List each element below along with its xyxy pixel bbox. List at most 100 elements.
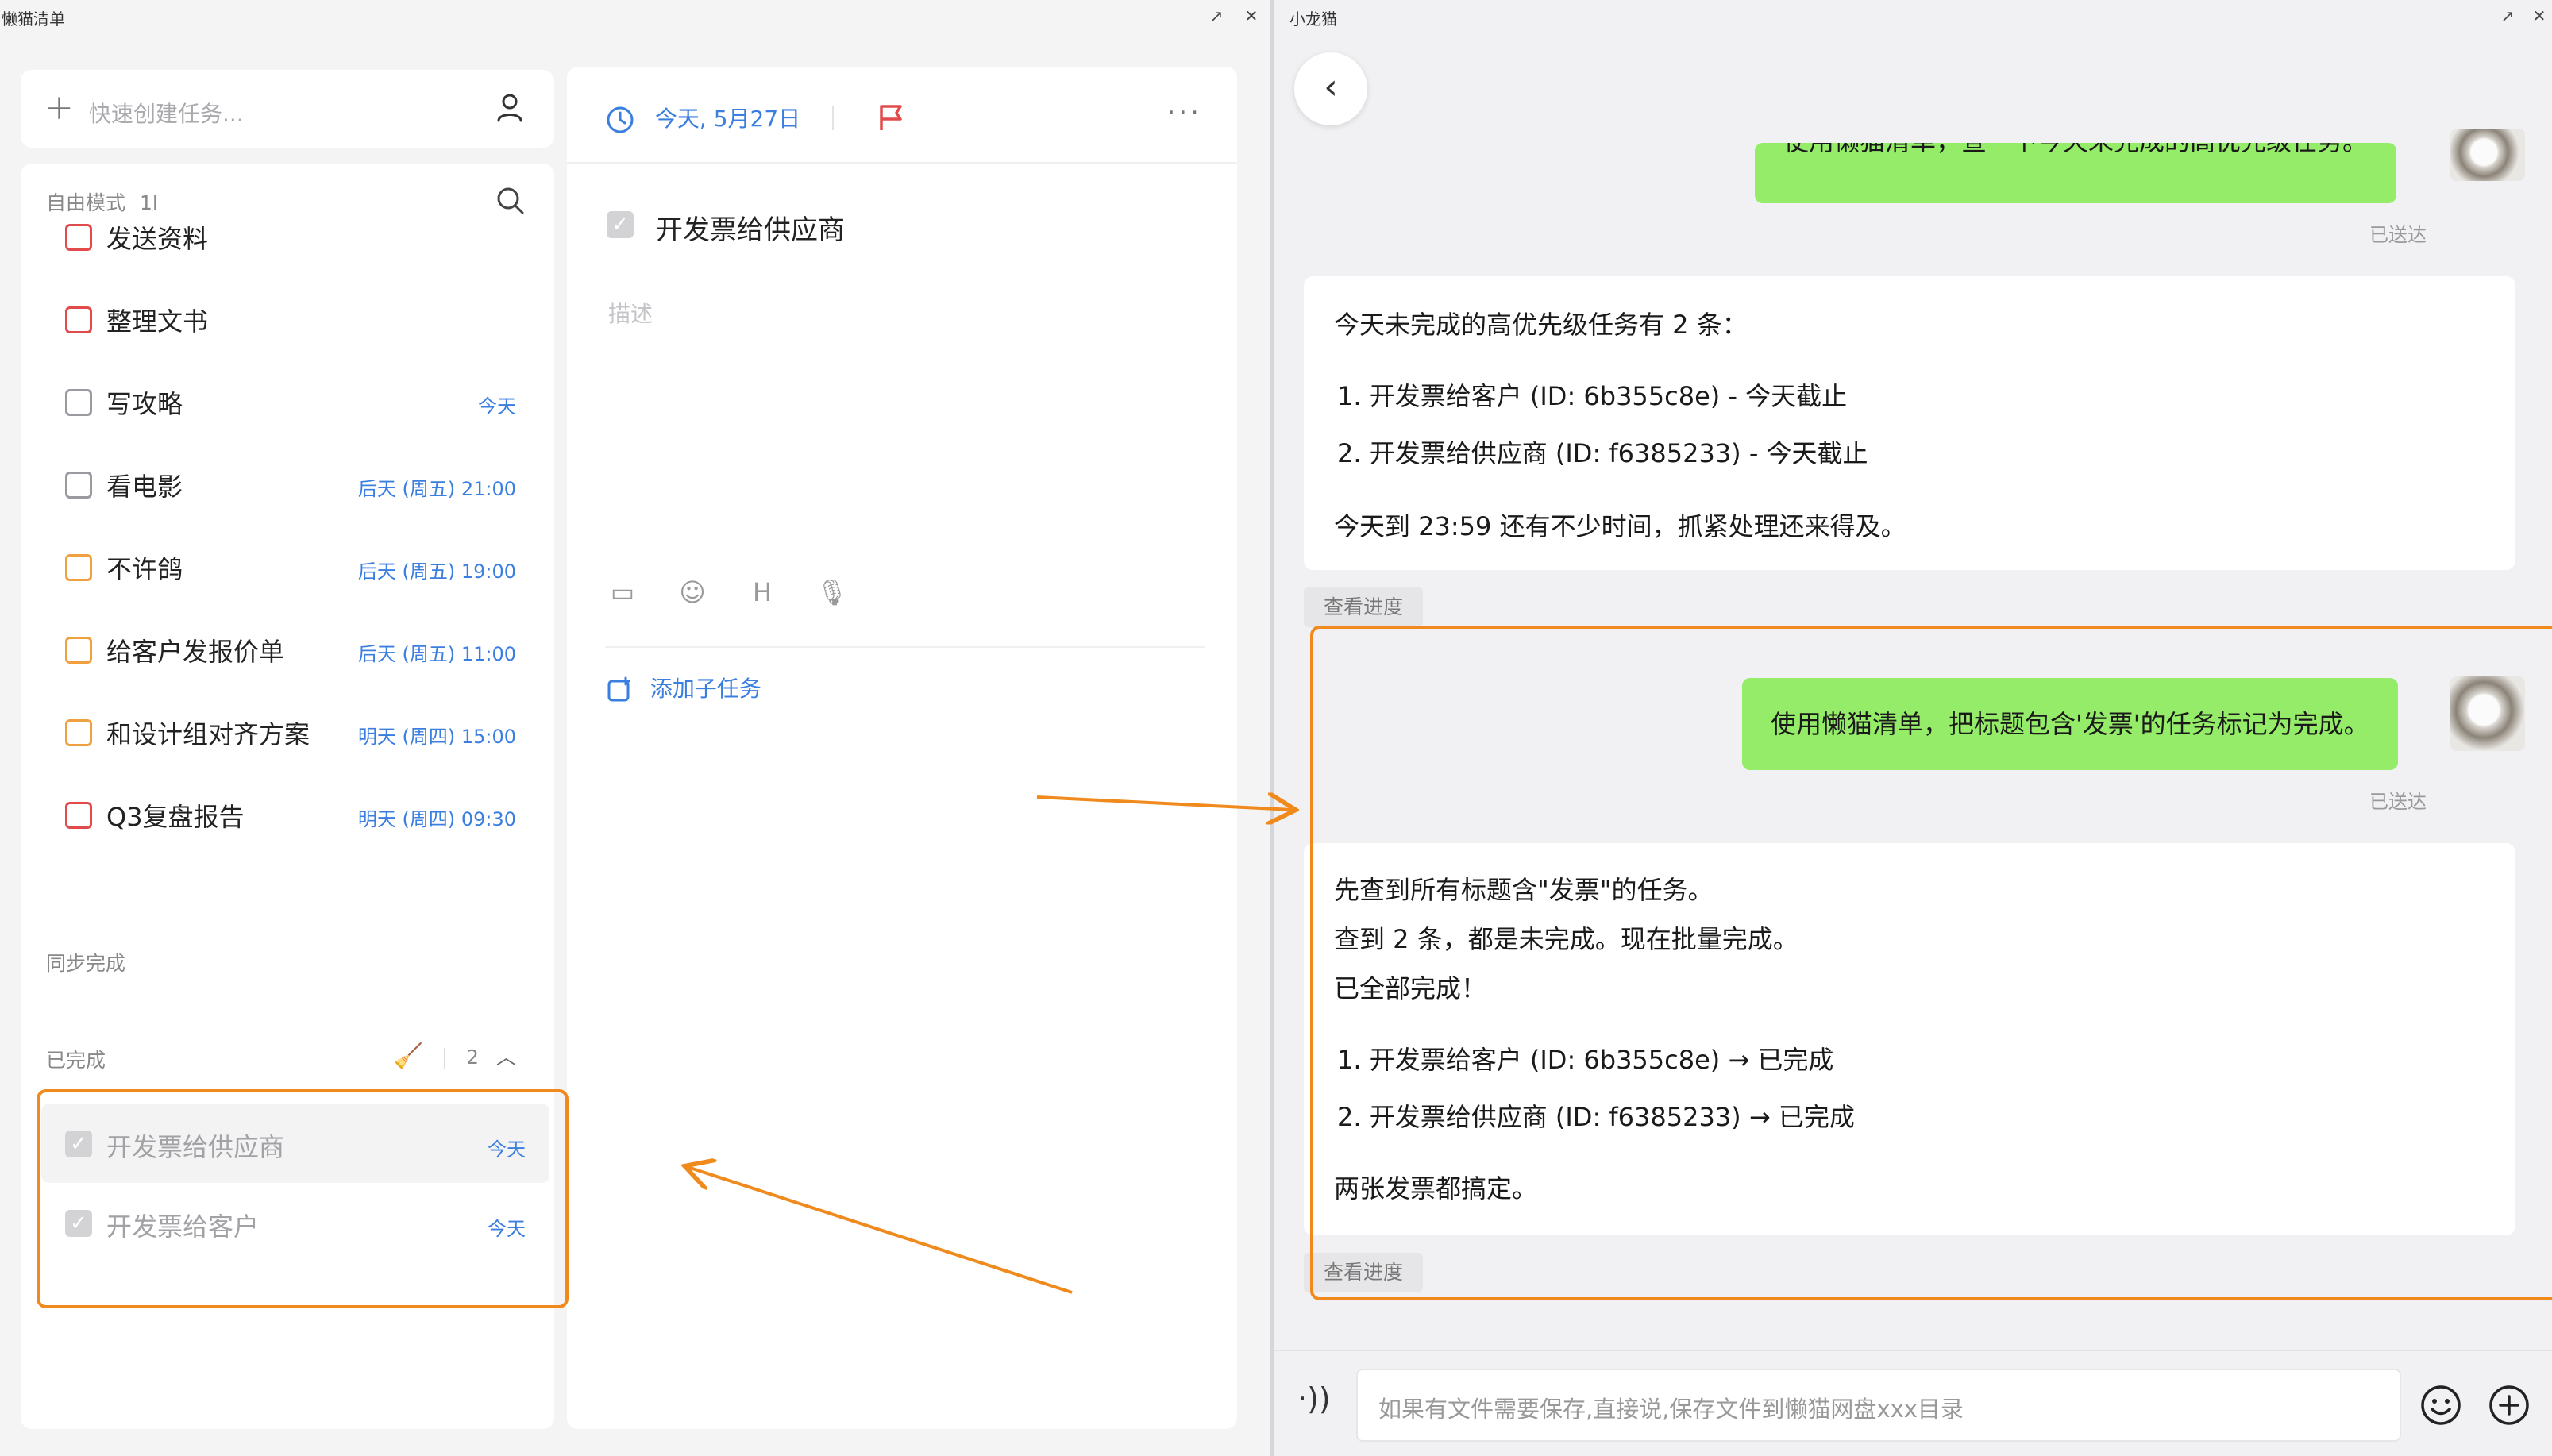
chat-input-bar: ·)) 如果有文件需要保存,直接说,保存文件到懒猫网盘xxx目录 [1274, 1350, 2552, 1456]
more-icon[interactable]: ··· [1167, 97, 1202, 129]
user-message-text: 使用懒猫清单，把标题包含'发票'的任务标记为完成。 [1771, 709, 2369, 739]
task-label: 写攻略 [106, 389, 183, 419]
quick-add-bar[interactable]: + 快速创建任务... [21, 70, 554, 148]
task-due: 明天 (周四) 15:00 [357, 726, 516, 748]
popout-icon[interactable]: ↗ [1205, 5, 1228, 27]
message-line: 今天到 23:59 还有不少时间，抓紧处理还来得及。 [1334, 511, 1906, 541]
flag-icon[interactable] [875, 102, 907, 133]
back-button[interactable]: ‹ [1294, 52, 1367, 125]
task-due: 后天 (周五) 19:00 [357, 560, 516, 583]
task-item[interactable]: 给客户发报价单 后天 (周五) 11:00 [21, 607, 554, 689]
done-task-item[interactable]: ✓ 开发票给供应商 今天 [41, 1104, 549, 1183]
task-item[interactable]: Q3复盘报告 明天 (周四) 09:30 [21, 772, 554, 854]
done-section-label: 已完成 [46, 1049, 106, 1072]
title-bar: 懒猫清单 ↗ ✕ [0, 0, 1270, 32]
task-checkbox[interactable] [65, 472, 92, 499]
title-bar: 小龙猫 ↗ ✕ [1274, 0, 2552, 32]
user-message-text: 使用懒猫清单，查一下今天未完成的高优先级任务。 [1783, 143, 2368, 156]
avatar [2450, 676, 2525, 751]
delivery-status: 已送达 [2369, 791, 2427, 813]
add-subtask-icon [607, 676, 630, 702]
task-label: 看电影 [106, 472, 183, 502]
task-checkbox[interactable] [65, 224, 92, 251]
task-list-panel: 自由模式 1l 发送资料 整理文书 写攻略 今天 看电影 后天 (周五) 21:00 不许鸽… [21, 164, 554, 1429]
task-item[interactable]: 不许鸽 后天 (周五) 19:00 [21, 524, 554, 607]
task-label: Q3复盘报告 [106, 802, 245, 832]
user-icon[interactable] [491, 89, 529, 127]
due-date-label: 今天, 5月27日 [654, 106, 801, 132]
divider [444, 1048, 446, 1069]
quick-add-input[interactable]: 快速创建任务... [89, 97, 244, 129]
todo-app-window: 懒猫清单 ↗ ✕ + 快速创建任务... 自由模式 1l 发送资料 整理文书 写攻略… [0, 0, 1270, 1456]
emoji-icon[interactable] [2419, 1383, 2463, 1427]
done-task-due: 今天 [488, 1218, 526, 1240]
checked-checkbox[interactable]: ✓ [65, 1131, 92, 1157]
message-line: 2. 开发票给供应商 (ID: f6385233) → 已完成 [1337, 1102, 1855, 1132]
add-subtask-button[interactable]: 添加子任务 [605, 672, 761, 704]
message-line: 查到 2 条，都是未完成。现在批量完成。 [1334, 924, 1798, 954]
chat-app-window: 小龙猫 ↗ ✕ ‹ 使用懒猫清单，查一下今天未完成的高优先级任务。 已送达 今天… [1274, 0, 2552, 1456]
task-title[interactable]: 开发票给供应商 [656, 208, 845, 247]
bot-message: 今天未完成的高优先级任务有 2 条： 1. 开发票给客户 (ID: 6b355c… [1304, 276, 2515, 570]
message-line: 已全部完成！ [1334, 973, 1487, 1003]
task-checkbox[interactable] [65, 719, 92, 746]
done-task-label: 开发票给客户 [106, 1211, 260, 1242]
task-due: 后天 (周五) 11:00 [357, 643, 516, 665]
task-item[interactable]: 看电影 后天 (周五) 21:00 [21, 441, 554, 524]
heading-icon[interactable]: H [745, 575, 780, 610]
task-checkbox[interactable] [65, 802, 92, 829]
chevron-left-icon: ‹ [1324, 67, 1338, 107]
description-field[interactable]: 描述 [608, 297, 653, 329]
checked-checkbox[interactable]: ✓ [65, 1210, 92, 1237]
task-due: 明天 (周四) 09:30 [357, 808, 516, 830]
due-date-picker[interactable]: 今天, 5月27日 [605, 102, 800, 135]
plus-icon: + [44, 87, 74, 128]
checked-checkbox[interactable]: ✓ [607, 211, 634, 238]
task-label: 整理文书 [106, 306, 209, 337]
user-message: 使用懒猫清单，查一下今天未完成的高优先级任务。 [1755, 143, 2397, 203]
task-due: 后天 (周五) 21:00 [357, 478, 516, 500]
done-section-tools: 🧹 2 ︿ [394, 1042, 516, 1073]
window-title: 小龙猫 [1289, 10, 1337, 29]
chat-input[interactable]: 如果有文件需要保存,直接说,保存文件到懒猫网盘xxx目录 [1356, 1369, 2401, 1442]
close-icon[interactable]: ✕ [2528, 5, 2550, 27]
task-checkbox[interactable] [65, 306, 92, 333]
task-item[interactable]: 写攻略 今天 [21, 359, 554, 441]
emoji-icon[interactable]: ☺ [675, 575, 710, 610]
chat-input-placeholder: 如果有文件需要保存,直接说,保存文件到懒猫网盘xxx目录 [1378, 1396, 1964, 1423]
task-checkbox[interactable] [65, 554, 92, 581]
message-line: 先查到所有标题含"发票"的任务。 [1334, 875, 1714, 905]
view-progress-button[interactable]: 查看进度 [1304, 1253, 1423, 1292]
task-checkbox[interactable] [65, 389, 92, 416]
microphone-icon[interactable]: 🎙 [815, 575, 850, 610]
bot-message: 先查到所有标题含"发票"的任务。 查到 2 条，都是未完成。现在批量完成。 已全… [1304, 843, 2515, 1235]
view-progress-button[interactable]: 查看进度 [1304, 587, 1423, 627]
message-line: 2. 开发票给供应商 (ID: f6385233) - 今天截止 [1337, 438, 1868, 468]
done-task-label: 开发票给供应商 [106, 1132, 285, 1162]
task-label: 不许鸽 [106, 554, 183, 584]
task-item[interactable]: 整理文书 [21, 276, 554, 359]
divider [605, 646, 1205, 648]
done-task-due: 今天 [488, 1138, 526, 1161]
task-checkbox[interactable] [65, 637, 92, 664]
add-attachment-icon[interactable] [2487, 1383, 2531, 1427]
broom-icon[interactable]: 🧹 [394, 1042, 423, 1070]
message-line: 1. 开发票给客户 (ID: 6b355c8e) → 已完成 [1337, 1045, 1834, 1075]
done-count: 2 [466, 1046, 480, 1069]
task-item[interactable]: 和设计组对齐方案 明天 (周四) 15:00 [21, 689, 554, 772]
window-title: 懒猫清单 [2, 10, 65, 29]
message-line: 1. 开发票给客户 (ID: 6b355c8e) - 今天截止 [1337, 381, 1848, 411]
voice-input-icon[interactable]: ·)) [1297, 1381, 1331, 1416]
close-icon[interactable]: ✕ [1240, 5, 1263, 27]
add-subtask-label: 添加子任务 [650, 676, 761, 702]
task-item[interactable]: 发送资料 [21, 194, 554, 276]
clock-icon [607, 106, 634, 133]
delivery-status: 已送达 [2369, 224, 2427, 246]
image-icon[interactable]: ▭ [605, 575, 640, 610]
popout-icon[interactable]: ↗ [2496, 5, 2519, 27]
done-task-item[interactable]: ✓ 开发票给客户 今天 [41, 1183, 549, 1262]
message-line: 两张发票都搞定。 [1334, 1173, 1538, 1204]
avatar [2450, 129, 2525, 181]
chevron-up-icon[interactable]: ︿ [496, 1046, 516, 1069]
task-label: 发送资料 [106, 224, 209, 254]
